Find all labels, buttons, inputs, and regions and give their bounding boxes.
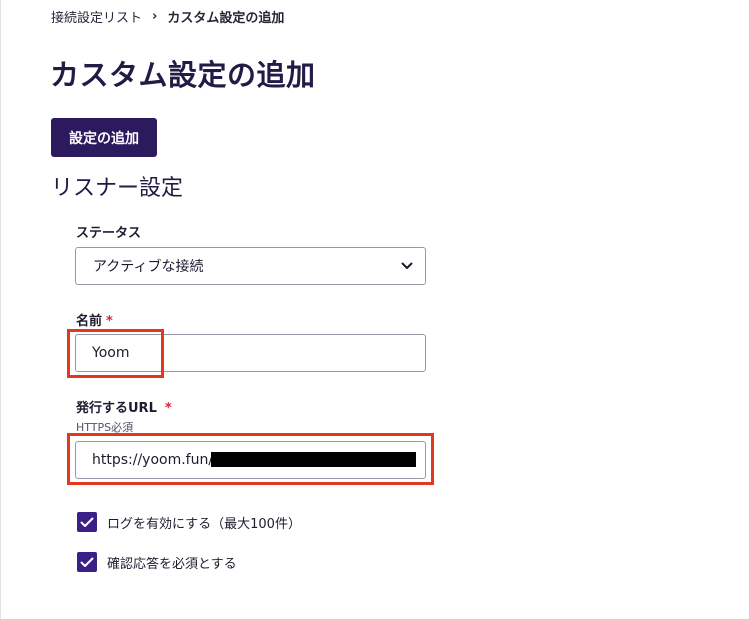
name-label-text: 名前	[76, 314, 103, 329]
page-title: カスタム設定の追加	[50, 58, 316, 92]
require-ack-option[interactable]: 確認応答を必須とする	[77, 552, 237, 572]
checkmark-icon	[80, 517, 94, 527]
enable-logs-checkbox[interactable]	[77, 512, 97, 532]
url-label: 発行するURL *	[76, 397, 172, 416]
status-label-text: ステータス	[76, 226, 142, 241]
enable-logs-label: ログを有効にする（最大100件）	[107, 516, 301, 532]
chevron-right-icon: ›	[152, 9, 158, 24]
name-label: 名前 *	[76, 310, 113, 329]
required-mark: *	[106, 314, 113, 329]
add-setting-button[interactable]: 設定の追加	[51, 118, 157, 157]
required-mark: *	[164, 401, 172, 416]
require-ack-label: 確認応答を必須とする	[107, 556, 237, 572]
enable-logs-option[interactable]: ログを有効にする（最大100件）	[77, 512, 301, 532]
page: 接続設定リスト › カスタム設定の追加 カスタム設定の追加 設定の追加 リスナー…	[0, 0, 749, 619]
url-label-text: 発行するURL	[76, 401, 157, 416]
require-ack-checkbox[interactable]	[77, 552, 97, 572]
url-hint: HTTPS必須	[76, 421, 134, 434]
breadcrumb-parent-link[interactable]: 接続設定リスト	[51, 7, 142, 26]
chevron-down-icon	[401, 262, 413, 270]
name-input[interactable]	[75, 334, 426, 372]
redacted-block	[211, 452, 416, 467]
checkmark-icon	[80, 557, 94, 567]
breadcrumb: 接続設定リスト › カスタム設定の追加	[51, 7, 284, 26]
status-selected-value: アクティブな接続	[93, 259, 204, 275]
status-select[interactable]: アクティブな接続	[75, 247, 426, 285]
section-title: リスナー設定	[51, 176, 184, 201]
status-label: ステータス	[76, 222, 141, 241]
breadcrumb-current: カスタム設定の追加	[167, 11, 285, 26]
